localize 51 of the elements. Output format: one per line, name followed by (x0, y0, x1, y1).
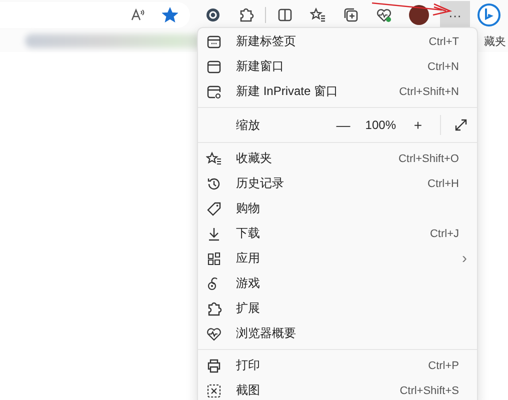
new-tab-icon (206, 34, 222, 50)
menu-item[interactable]: 打印 Ctrl+P (198, 353, 477, 378)
menu-item[interactable]: 新建 InPrivate 窗口 Ctrl+Shift+N (198, 79, 477, 104)
heartbeat-icon[interactable] (376, 7, 392, 23)
bookmark-label[interactable]: 藏夹 (484, 34, 508, 48)
zoom-level: 100% (365, 118, 396, 132)
window-icon (206, 58, 222, 74)
screenshot-icon (206, 382, 222, 398)
apps-icon (206, 250, 222, 266)
menu-item[interactable]: 应用 › (198, 246, 477, 271)
menu-label: 缩放 (236, 116, 261, 134)
tag-icon (206, 200, 222, 216)
split-screen-icon[interactable] (277, 7, 293, 23)
menu-item[interactable]: 历史记录 Ctrl+H (198, 171, 477, 196)
favorites-icon (206, 150, 222, 166)
star-icon[interactable] (162, 7, 178, 23)
zoom-in-button[interactable]: + (406, 117, 430, 133)
menu-item[interactable]: 收藏夹 Ctrl+Shift+O (198, 146, 477, 171)
shortcut-label: Ctrl+Shift+N (399, 86, 459, 98)
shortcut-label: Ctrl+N (428, 60, 459, 72)
submenu-chevron: › (462, 250, 467, 267)
shortcut-label: Ctrl+T (428, 36, 459, 48)
shortcut-label: Ctrl+Shift+S (400, 384, 459, 396)
menu-item[interactable]: 游戏 (198, 271, 477, 296)
puzzle-icon[interactable] (238, 7, 254, 23)
puzzle-icon (206, 300, 222, 316)
download-icon (206, 226, 222, 242)
favorites-icon[interactable] (310, 7, 326, 23)
history-icon (206, 176, 222, 192)
private-window-icon (206, 84, 222, 100)
shortcut-label: Ctrl+P (428, 360, 459, 372)
fullscreen-icon[interactable] (453, 117, 469, 133)
collections-icon[interactable] (343, 7, 359, 23)
read-aloud-icon[interactable] (130, 7, 146, 23)
menu-item[interactable]: 下载 Ctrl+J (198, 221, 477, 246)
shortcut-label: Ctrl+J (430, 228, 459, 240)
menu-item[interactable]: 扩展 (198, 296, 477, 321)
printer-icon (206, 358, 222, 374)
shortcut-label: Ctrl+Shift+O (398, 152, 459, 164)
heartbeat-icon (206, 326, 222, 342)
bing-icon[interactable] (477, 3, 501, 27)
extension-icon[interactable] (205, 7, 221, 23)
menu-item[interactable]: 购物 (198, 196, 477, 221)
menu-item[interactable]: 截图 Ctrl+Shift+S (198, 378, 477, 400)
menu-item[interactable]: 新建标签页 Ctrl+T (198, 29, 477, 54)
zoom-out-button[interactable]: — (331, 117, 356, 133)
address-bar[interactable] (0, 2, 190, 28)
shortcut-label: Ctrl+H (428, 178, 459, 190)
menu-item[interactable]: 新建窗口 Ctrl+N (198, 54, 477, 79)
avatar[interactable] (409, 5, 429, 25)
menu-item[interactable]: 浏览器概要 (198, 321, 477, 346)
